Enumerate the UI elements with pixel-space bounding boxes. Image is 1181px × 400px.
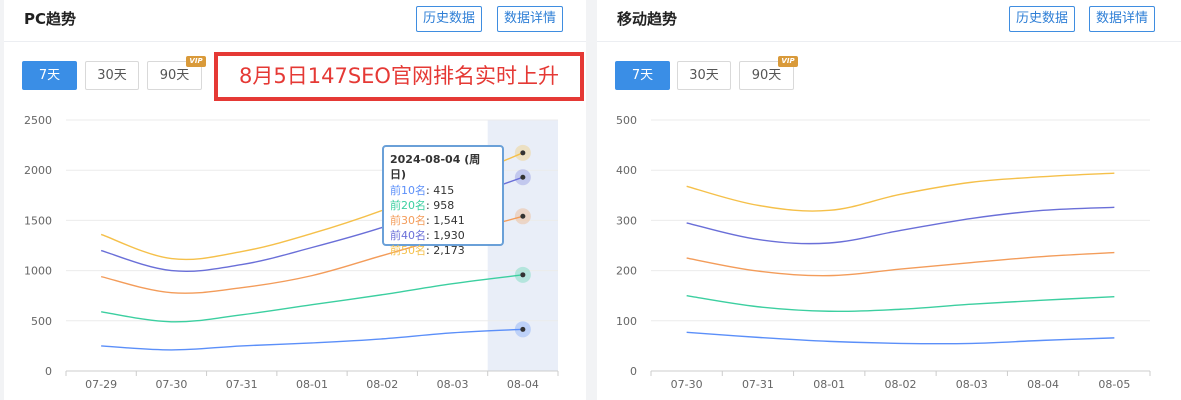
series-line	[686, 206, 1115, 245]
tooltip-row: 前30名: 1,541	[390, 214, 465, 227]
series-line	[101, 274, 523, 323]
tooltip-value: 415	[433, 184, 455, 197]
tooltip-row: 前40名: 1,930	[390, 229, 465, 242]
x-tick-label: 08-04	[1027, 378, 1059, 391]
tooltip-row: 前20名: 958	[390, 199, 455, 212]
tooltip-row: 前10名: 415	[390, 184, 455, 197]
tooltip-label: 前50名	[390, 244, 426, 257]
x-tick-label: 08-02	[366, 378, 398, 391]
tooltip-date: 2024-08-04 (周日)	[390, 153, 481, 181]
x-tick-label: 08-01	[296, 378, 328, 391]
hover-point	[520, 272, 526, 278]
series-line	[686, 251, 1115, 277]
y-tick-label: 300	[616, 214, 637, 227]
x-tick-label: 08-03	[437, 378, 469, 391]
y-tick-label: 1000	[24, 265, 52, 278]
tooltip-value: 1,541	[433, 214, 465, 227]
x-tick-label: 08-01	[813, 378, 845, 391]
hover-point	[520, 326, 526, 332]
x-tick-label: 08-05	[1098, 378, 1130, 391]
series-line	[101, 328, 523, 351]
hover-point	[520, 174, 526, 180]
x-tick-label: 07-29	[85, 378, 117, 391]
series-line	[686, 172, 1115, 212]
tooltip-label: 前10名	[390, 184, 426, 197]
series-line	[686, 295, 1115, 313]
x-tick-label: 07-30	[155, 378, 187, 391]
y-tick-label: 1500	[24, 214, 52, 227]
mobile-trend-chart: 0 100 200 300 400 500 07-30 07-31 08-01 08-02 08-0…	[616, 114, 1151, 391]
hover-point	[520, 150, 526, 156]
x-tick-label: 08-04	[507, 378, 539, 391]
tooltip-label: 前20名	[390, 199, 426, 212]
tooltip-row: 前50名: 2,173	[390, 244, 465, 257]
x-tick-label: 07-31	[742, 378, 774, 391]
y-tick-label: 500	[616, 114, 637, 127]
x-tick-label: 07-31	[226, 378, 258, 391]
hover-point	[520, 213, 526, 219]
mobile-trend-panel: 移动趋势 历史数据 数据详情 7天 30天 90天 VIP 0 100 200 300…	[597, 0, 1181, 400]
tooltip-value: 1,930	[433, 229, 465, 242]
x-tick-label: 08-02	[885, 378, 917, 391]
x-tick-label: 07-30	[671, 378, 703, 391]
y-tick-label: 100	[616, 315, 637, 328]
y-tick-label: 0	[45, 365, 52, 378]
y-tick-label: 500	[31, 315, 52, 328]
y-tick-label: 200	[616, 265, 637, 278]
y-tick-label: 0	[630, 365, 637, 378]
x-tick-label: 08-03	[956, 378, 988, 391]
tooltip-value: 958	[433, 199, 455, 212]
tooltip-label: 前40名	[390, 229, 426, 242]
y-tick-label: 400	[616, 164, 637, 177]
series-line	[686, 331, 1115, 345]
pc-trend-panel: PC趋势 历史数据 数据详情 7天 30天 90天 VIP 8月5日147SEO…	[4, 0, 586, 400]
tooltip-value: 2,173	[433, 244, 465, 257]
y-tick-label: 2000	[24, 164, 52, 177]
y-tick-label: 2500	[24, 114, 52, 127]
tooltip-label: 前30名	[390, 214, 426, 227]
chart-tooltip: 2024-08-04 (周日) 前10名: 415 前20名: 958 前30名…	[382, 145, 504, 257]
